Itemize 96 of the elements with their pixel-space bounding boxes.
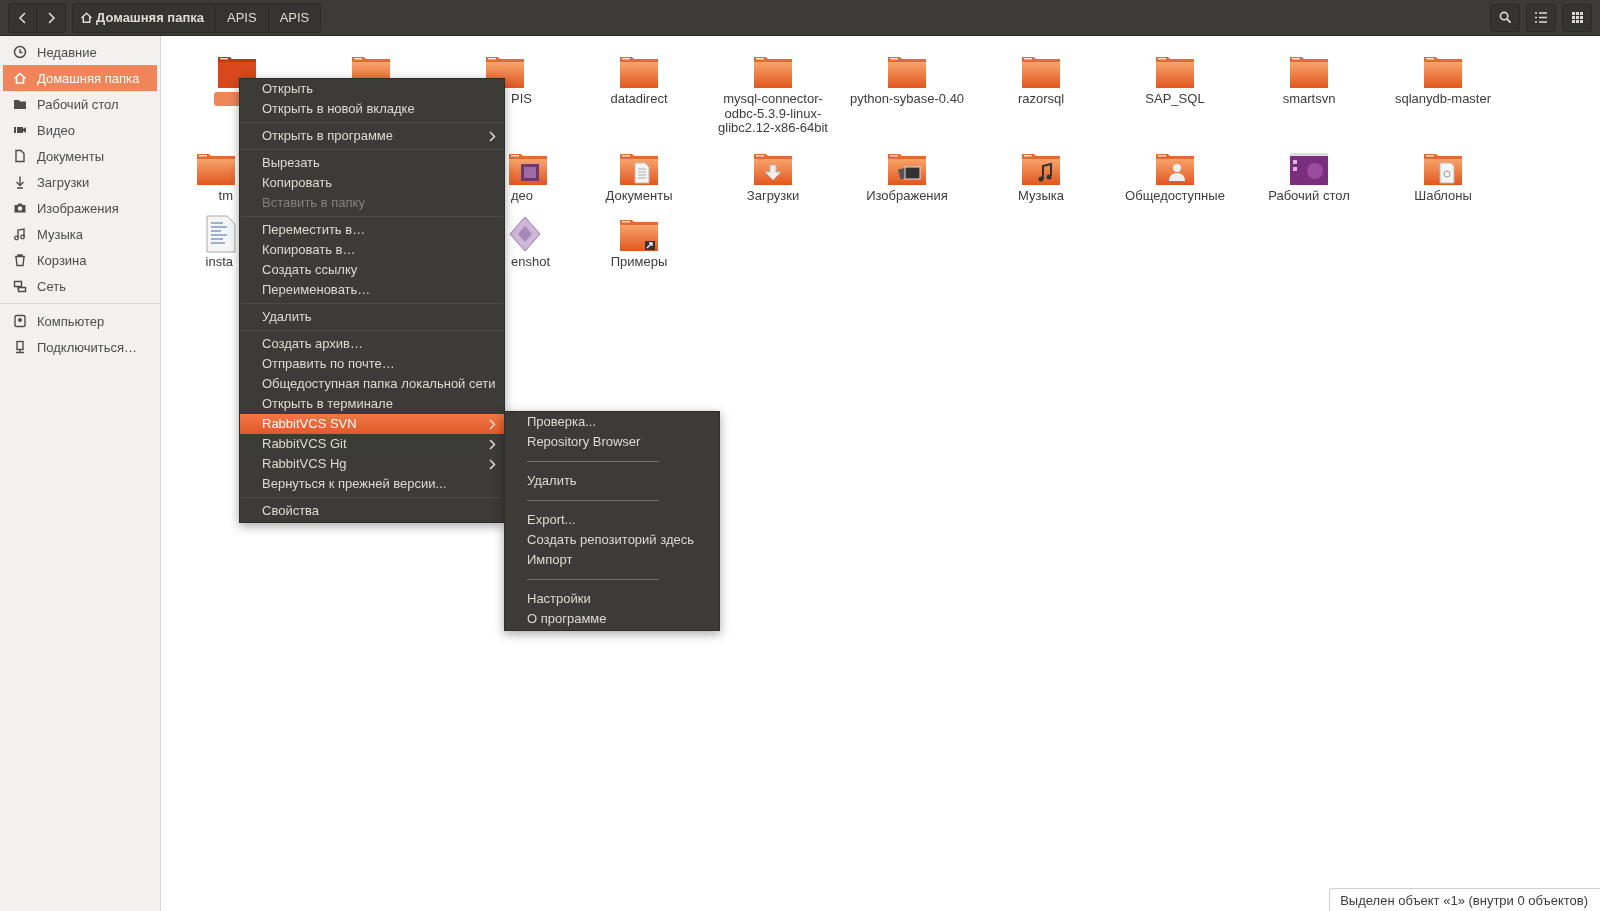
menu-item[interactable]: Открыть (240, 79, 504, 99)
network-icon (13, 279, 27, 293)
file-name: Документы (604, 189, 674, 204)
file-name: Шаблоны (1413, 189, 1473, 204)
film-folder-icon (508, 151, 548, 187)
download-folder-icon (753, 151, 793, 187)
file-name: SAP_SQL (1144, 92, 1206, 107)
music-icon (13, 227, 27, 241)
person-folder-icon (1155, 151, 1195, 187)
home-icon (13, 71, 27, 85)
text-file-icon (206, 215, 236, 253)
menu-item[interactable]: Проверка... (505, 412, 719, 432)
menu-item[interactable]: Вернуться к прежней версии... (240, 474, 504, 494)
sidebar-item[interactable]: Видео (3, 117, 157, 143)
menu-item[interactable]: Настройки (505, 589, 719, 609)
file-name: Музыка (1017, 189, 1065, 204)
folder-icon (1021, 54, 1061, 90)
folder-icon (753, 54, 793, 90)
grid-view-button[interactable] (1562, 3, 1592, 32)
menu-item[interactable]: Repository Browser (505, 432, 719, 452)
file-name: Рабочий стол (1267, 189, 1351, 204)
desktop-folder-icon (1289, 151, 1329, 187)
search-button[interactable] (1490, 3, 1520, 32)
menu-item[interactable]: Открыть в терминале (240, 394, 504, 414)
sidebar-item[interactable]: Загрузки (3, 169, 157, 195)
picture-folder-icon (887, 151, 927, 187)
file-name: smartsvn (1281, 92, 1337, 107)
document-folder-icon (619, 151, 659, 187)
menu-item[interactable]: Копировать (240, 173, 504, 193)
sidebar-item[interactable]: Изображения (3, 195, 157, 221)
menu-item[interactable]: Создать архив… (240, 334, 504, 354)
menu-item[interactable]: RabbitVCS Git (240, 434, 504, 454)
folder-icon (887, 54, 927, 90)
folder-icon (196, 151, 236, 187)
file-name: python-sybase-0.40 (848, 92, 966, 107)
trash-icon (13, 253, 27, 267)
folder-icon (1423, 54, 1463, 90)
file-name: razorsql (1016, 92, 1066, 107)
menu-item[interactable]: Отправить по почте… (240, 354, 504, 374)
menu-item[interactable]: Открыть в новой вкладке (240, 99, 504, 119)
chevron-right-icon (46, 11, 56, 24)
sidebar-item[interactable]: Подключиться… (3, 334, 157, 360)
menu-item[interactable]: Вырезать (240, 153, 504, 173)
folder-icon (13, 97, 27, 111)
clock-icon (13, 45, 27, 59)
menu-item[interactable]: Удалить (505, 471, 719, 491)
sidebar-item[interactable]: Корзина (3, 247, 157, 273)
menu-item[interactable]: Export... (505, 510, 719, 530)
sidebar-item[interactable]: Недавние (3, 39, 157, 65)
menu-item[interactable]: Свойства (240, 501, 504, 521)
file-name: део (510, 189, 535, 204)
music-folder-icon (1021, 151, 1061, 187)
list-view-button[interactable] (1526, 3, 1556, 32)
chevron-left-icon (17, 11, 28, 24)
menu-item[interactable]: Создать ссылку (240, 260, 504, 280)
file-name: tm (217, 189, 234, 204)
camera-icon (13, 201, 27, 215)
menu-item[interactable]: Открыть в программе (240, 126, 504, 146)
file-name: Изображения (865, 189, 949, 204)
menu-item[interactable]: Импорт (505, 550, 719, 570)
file-name: Общедоступные (1124, 189, 1226, 204)
file-name: PIS (510, 92, 533, 107)
folder-icon (1155, 54, 1195, 90)
file-name: insta (204, 255, 234, 270)
sidebar-item[interactable]: Музыка (3, 221, 157, 247)
search-icon (1498, 11, 1512, 24)
sidebar-item[interactable]: Рабочий стол (3, 91, 157, 117)
menu-item[interactable]: Удалить (240, 307, 504, 327)
file-name: datadirect (609, 92, 669, 107)
menu-item[interactable]: Общедоступная папка локальной сети (240, 374, 504, 394)
sidebar-item[interactable]: Компьютер (3, 308, 157, 334)
menu-item[interactable]: Переместить в… (240, 220, 504, 240)
menu-item[interactable]: Переименовать… (240, 280, 504, 300)
sidebar-item[interactable]: Документы (3, 143, 157, 169)
sidebar-item[interactable]: Сеть (3, 273, 157, 299)
folder-icon (619, 54, 659, 90)
status-text: Выделен объект «1» (внутри 0 объектов) (1340, 893, 1588, 908)
file-name: enshot (510, 255, 552, 270)
menu-item[interactable]: О программе (505, 609, 719, 629)
image-file-icon (508, 215, 542, 253)
download-icon (13, 175, 27, 189)
file-name: mysql-connector-odbc-5.3.9-linux-glibc2.12-x86-64bit (717, 92, 829, 136)
file-name: Загрузки (745, 189, 801, 204)
drive-icon (13, 314, 27, 328)
template-folder-icon (1423, 151, 1463, 187)
menu-item[interactable]: Создать репозиторий здесь (505, 530, 719, 550)
home-icon (80, 11, 93, 24)
link-folder-icon (619, 217, 659, 253)
document-icon (13, 149, 27, 163)
menu-item[interactable]: Копировать в… (240, 240, 504, 260)
folder-icon (1289, 54, 1329, 90)
file-name: Примеры (609, 255, 669, 270)
menu-item[interactable]: RabbitVCS Hg (240, 454, 504, 474)
file-name: sqlanydb-master (1393, 92, 1493, 107)
grid-icon (1571, 12, 1583, 23)
list-icon (1535, 12, 1547, 23)
